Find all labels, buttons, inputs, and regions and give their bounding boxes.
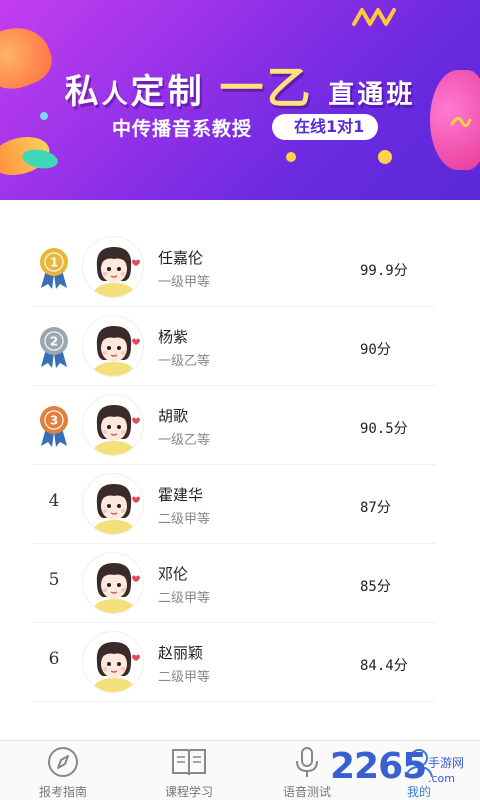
student-level: 二级甲等 bbox=[158, 591, 211, 606]
tab-label: 课程学习 bbox=[164, 785, 213, 799]
student-level: 一级乙等 bbox=[158, 433, 211, 448]
student-level: 二级甲等 bbox=[158, 670, 211, 685]
rank-number: 6 bbox=[48, 649, 60, 669]
decor-dot bbox=[378, 150, 392, 164]
tab-guide[interactable]: 报考指南 bbox=[18, 745, 108, 800]
student-name: 胡歌 bbox=[158, 407, 189, 425]
microphone-icon bbox=[296, 747, 318, 777]
ranking-row[interactable]: 2 杨紫 一级乙等 90分 bbox=[32, 307, 436, 386]
ranking-row[interactable]: 6 赵丽颖 二级甲等 84.4分 bbox=[32, 623, 436, 702]
medal-silver-icon: 2 bbox=[40, 327, 68, 368]
student-score: 90.5分 bbox=[360, 421, 408, 437]
site-watermark: 2265 手游网 .com bbox=[330, 746, 465, 787]
decor-dot bbox=[286, 152, 296, 162]
student-name: 霍建华 bbox=[158, 486, 204, 504]
student-score: 99.9分 bbox=[360, 263, 408, 279]
rank-number: 5 bbox=[48, 570, 60, 590]
promo-banner[interactable]: 私人定制 一乙 直通班 中传播音系教授 在线1对1 bbox=[0, 0, 480, 200]
medal-gold-icon: 1 bbox=[40, 248, 68, 289]
student-score: 85分 bbox=[360, 579, 391, 595]
ranking-row[interactable]: 3 胡歌 一级乙等 90.5分 bbox=[32, 386, 436, 465]
ranking-list: 1 任嘉伦 一级甲等 99.9分 2 杨紫 一级乙等 90分 3 胡歌 一级乙等… bbox=[0, 228, 480, 702]
avatar[interactable] bbox=[82, 473, 144, 535]
ranking-row[interactable]: 5 邓伦 二级甲等 85分 bbox=[32, 544, 436, 623]
squiggle-icon bbox=[352, 8, 396, 26]
student-level: 一级甲等 bbox=[158, 275, 211, 290]
tab-label: 报考指南 bbox=[38, 785, 87, 799]
avatar[interactable] bbox=[82, 394, 144, 456]
student-level: 一级乙等 bbox=[158, 354, 211, 369]
ranking-row[interactable]: 4 霍建华 二级甲等 87分 bbox=[32, 465, 436, 544]
student-score: 90分 bbox=[360, 342, 391, 358]
compass-icon bbox=[48, 747, 78, 777]
tab-course[interactable]: 课程学习 bbox=[144, 745, 234, 800]
student-score: 84.4分 bbox=[360, 658, 408, 674]
student-score: 87分 bbox=[360, 500, 391, 516]
avatar[interactable] bbox=[82, 236, 144, 298]
medal-rank-number: 3 bbox=[50, 414, 58, 428]
student-name: 赵丽颖 bbox=[158, 644, 204, 662]
rank-number: 4 bbox=[48, 491, 60, 511]
student-name: 邓伦 bbox=[158, 565, 189, 583]
book-icon bbox=[172, 749, 206, 776]
online-badge: 在线1对1 bbox=[272, 114, 379, 140]
medal-rank-number: 2 bbox=[50, 335, 58, 349]
student-name: 杨紫 bbox=[158, 328, 189, 346]
student-name: 任嘉伦 bbox=[158, 249, 204, 267]
banner-title: 私人定制 一乙 直通班 bbox=[64, 63, 416, 114]
avatar[interactable] bbox=[82, 631, 144, 693]
avatar[interactable] bbox=[82, 315, 144, 377]
student-level: 二级甲等 bbox=[158, 512, 211, 527]
medal-rank-number: 1 bbox=[50, 256, 58, 270]
banner-subtitle: 中传播音系教授 bbox=[112, 118, 253, 140]
medal-bronze-icon: 3 bbox=[40, 406, 68, 447]
avatar[interactable] bbox=[82, 552, 144, 614]
ranking-row[interactable]: 1 任嘉伦 一级甲等 99.9分 bbox=[32, 228, 436, 307]
